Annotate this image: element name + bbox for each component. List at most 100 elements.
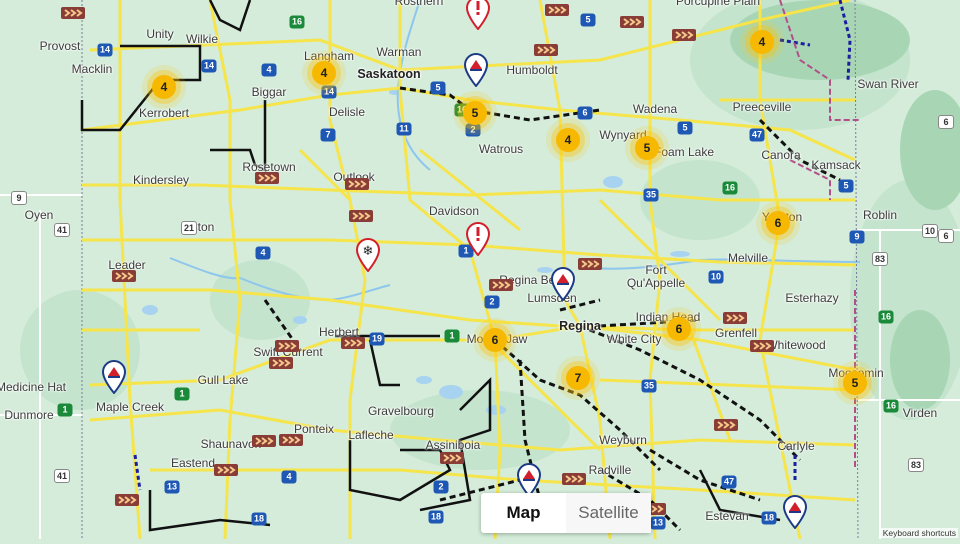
construction-icon[interactable]	[561, 471, 587, 487]
camera-pin-icon[interactable]	[463, 53, 489, 88]
route-shield: 14	[201, 59, 217, 73]
place-label: Wadena	[632, 102, 678, 116]
construction-icon[interactable]	[344, 176, 370, 192]
route-shield: 21	[181, 221, 197, 235]
place-label: Delisle	[328, 105, 366, 119]
route-shield: 19	[369, 332, 385, 346]
route-shield: 6	[938, 115, 954, 129]
construction-icon[interactable]	[671, 27, 697, 43]
place-label: Medicine Hat	[0, 380, 67, 394]
place-label: Rosthern	[394, 0, 444, 8]
route-shield: 2	[465, 123, 481, 137]
route-shield: 4	[281, 470, 297, 484]
event-cluster-badge[interactable]: 5	[463, 101, 487, 125]
construction-icon[interactable]	[713, 417, 739, 433]
route-shield: 41	[54, 223, 70, 237]
map-canvas[interactable]: Provost Unity Wilkie Macklin Kerrobert Biggar…	[0, 0, 960, 540]
place-label: Qu'Appelle	[626, 276, 686, 290]
place-label: Estevan	[705, 509, 749, 523]
construction-icon[interactable]	[251, 433, 277, 449]
construction-icon[interactable]	[274, 338, 300, 354]
route-shield: 9	[11, 191, 27, 205]
place-label: Gull Lake	[197, 373, 249, 387]
camera-pin-icon[interactable]	[516, 463, 542, 498]
place-label: Swan River	[857, 77, 919, 91]
place-label: Langham	[303, 49, 355, 63]
construction-icon[interactable]	[749, 338, 775, 354]
keyboard-shortcuts-link[interactable]: Keyboard shortcuts	[880, 528, 958, 538]
place-label: Esterhazy	[785, 291, 839, 305]
warning-pin-icon[interactable]	[465, 222, 491, 257]
route-shield: 2	[484, 295, 500, 309]
route-shield: 18	[761, 511, 777, 525]
place-label: Melville	[727, 251, 769, 265]
place-label: Kamsack	[811, 158, 861, 172]
route-shield: 35	[641, 379, 657, 393]
route-shield: 5	[677, 121, 693, 135]
satellite-view-button[interactable]: Satellite	[566, 493, 651, 533]
route-shield: 11	[396, 122, 412, 136]
camera-pin-icon[interactable]	[101, 360, 127, 395]
construction-icon[interactable]	[114, 492, 140, 508]
place-label: Preeceville	[732, 100, 792, 114]
camera-pin-icon[interactable]	[782, 495, 808, 530]
route-shield: 1	[174, 387, 190, 401]
place-label: Kindersley	[132, 173, 190, 187]
event-cluster-badge[interactable]: 4	[556, 128, 580, 152]
event-cluster-badge[interactable]: 6	[766, 211, 790, 235]
route-shield: 18	[428, 510, 444, 524]
construction-icon[interactable]	[439, 450, 465, 466]
map-view-button[interactable]: Map	[481, 493, 566, 533]
construction-icon[interactable]	[60, 5, 86, 21]
place-label: Foam Lake	[653, 145, 715, 159]
route-shield: 10	[922, 224, 938, 238]
place-label: Saskatoon	[357, 67, 421, 81]
construction-icon[interactable]	[111, 268, 137, 284]
event-cluster-badge[interactable]: 4	[152, 75, 176, 99]
event-cluster-badge[interactable]: 5	[843, 371, 867, 395]
construction-icon[interactable]	[268, 355, 294, 371]
route-shield: 9	[849, 230, 865, 244]
place-label: Roblin	[862, 208, 898, 222]
construction-icon[interactable]	[348, 208, 374, 224]
place-label: Oyen	[24, 208, 54, 222]
event-cluster-badge[interactable]: 4	[312, 61, 336, 85]
construction-icon[interactable]	[533, 42, 559, 58]
route-shield: 5	[580, 13, 596, 27]
construction-icon[interactable]	[254, 170, 280, 186]
snow-pin-icon[interactable]: ❄	[355, 238, 381, 273]
construction-icon[interactable]	[340, 335, 366, 351]
route-shield: 13	[164, 480, 180, 494]
route-shield: 6	[577, 106, 593, 120]
construction-icon[interactable]	[577, 256, 603, 272]
route-shield: 14	[321, 85, 337, 99]
construction-icon[interactable]	[488, 277, 514, 293]
place-label: Weyburn	[599, 433, 647, 447]
event-cluster-badge[interactable]: 7	[566, 366, 590, 390]
construction-icon[interactable]	[722, 310, 748, 326]
construction-icon[interactable]	[213, 462, 239, 478]
route-shield: 16	[883, 399, 899, 413]
place-label: Provost	[39, 39, 81, 53]
route-shield: 13	[650, 516, 666, 530]
route-shield: 14	[97, 43, 113, 57]
construction-icon[interactable]	[619, 14, 645, 30]
event-cluster-badge[interactable]: 4	[750, 30, 774, 54]
construction-icon[interactable]	[544, 2, 570, 18]
place-label: Radville	[588, 463, 632, 477]
warning-pin-icon[interactable]	[465, 0, 491, 31]
route-shield: 1	[444, 329, 460, 343]
construction-icon[interactable]	[278, 432, 304, 448]
place-label: Davidson	[428, 204, 480, 218]
route-shield: 7	[320, 128, 336, 142]
place-label: Unity	[146, 27, 174, 41]
place-label: Gravelbourg	[367, 404, 435, 418]
route-shield: 41	[54, 469, 70, 483]
event-cluster-badge[interactable]: 6	[483, 328, 507, 352]
route-shield: 83	[872, 252, 888, 266]
camera-pin-icon[interactable]	[550, 267, 576, 302]
event-cluster-badge[interactable]: 5	[635, 136, 659, 160]
event-cluster-badge[interactable]: 6	[667, 317, 691, 341]
place-label: Regina	[559, 319, 601, 333]
route-shield: 2	[433, 480, 449, 494]
